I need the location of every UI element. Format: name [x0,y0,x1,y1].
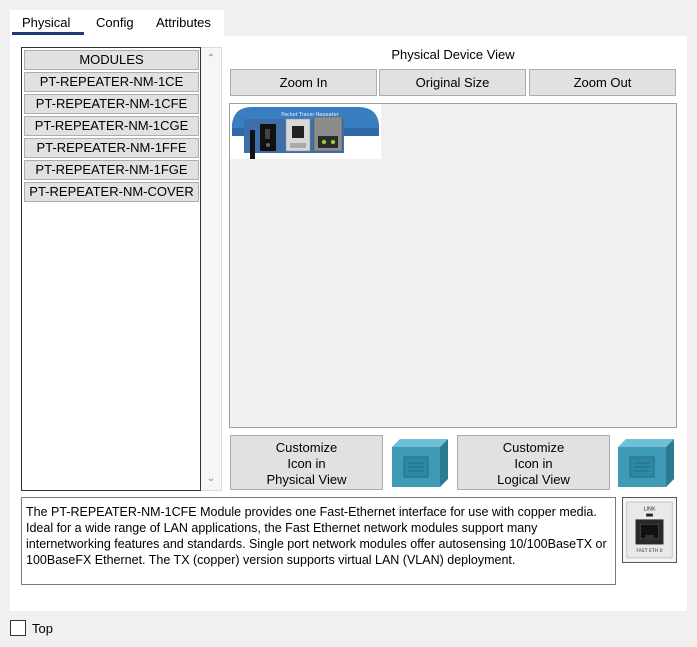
module-item[interactable]: PT-REPEATER-NM-1CGE [24,116,199,136]
module-item[interactable]: PT-REPEATER-NM-1FGE [24,160,199,180]
module-item[interactable]: PT-REPEATER-NM-COVER [24,182,199,202]
tab-config[interactable]: Config [96,15,134,30]
physical-view-cube-icon [392,439,448,487]
link-label: LINK [644,507,656,513]
customize-logical-icon-button[interactable]: Customize Icon in Logical View [457,435,610,490]
customize-logical-line-1: Customize [502,440,565,455]
tab-physical[interactable]: Physical [22,15,70,30]
scroll-up-icon[interactable]: ⌃ [201,50,221,68]
module-description: The PT-REPEATER-NM-1CFE Module provides … [21,497,616,585]
device-view-area[interactable]: Packet Tracer Repeater [229,103,677,428]
fast-eth-port-label: FAST ETH 0 [636,548,662,554]
customize-physical-line-3: Physical View [266,472,347,487]
module-item[interactable]: PT-REPEATER-NM-1CE [24,72,199,92]
customize-physical-line-2: Icon in [287,456,326,471]
physical-device-view-title: Physical Device View [391,47,515,62]
top-checkbox-label: Top [32,621,53,636]
logical-view-cube-icon [618,439,674,487]
repeater-device-image[interactable]: Packet Tracer Repeater [230,104,381,159]
active-tab-indicator [12,32,84,35]
customize-logical-line-3: Logical View [497,472,570,487]
tab-bar: Physical Config Attributes [10,10,224,36]
module-list-scrollbar[interactable]: ⌃ ⌄ [201,47,222,491]
scroll-down-icon[interactable]: ⌄ [201,470,221,488]
physical-panel: MODULES PT-REPEATER-NM-1CE PT-REPEATER-N… [10,36,687,611]
module-item[interactable]: PT-REPEATER-NM-1FFE [24,138,199,158]
top-checkbox[interactable] [10,620,26,636]
customize-physical-line-1: Customize [275,440,338,455]
module-list: MODULES PT-REPEATER-NM-1CE PT-REPEATER-N… [21,47,201,491]
original-size-button[interactable]: Original Size [379,69,526,96]
module-item[interactable]: PT-REPEATER-NM-1CFE [24,94,199,114]
zoom-out-button[interactable]: Zoom Out [529,69,676,96]
modules-header: MODULES [24,50,199,70]
customize-logical-line-2: Icon in [514,456,553,471]
tab-attributes[interactable]: Attributes [156,15,211,30]
module-port-image: LINK FAST ETH 0 [622,497,677,563]
customize-physical-icon-button[interactable]: Customize Icon in Physical View [230,435,383,490]
zoom-in-button[interactable]: Zoom In [230,69,377,96]
